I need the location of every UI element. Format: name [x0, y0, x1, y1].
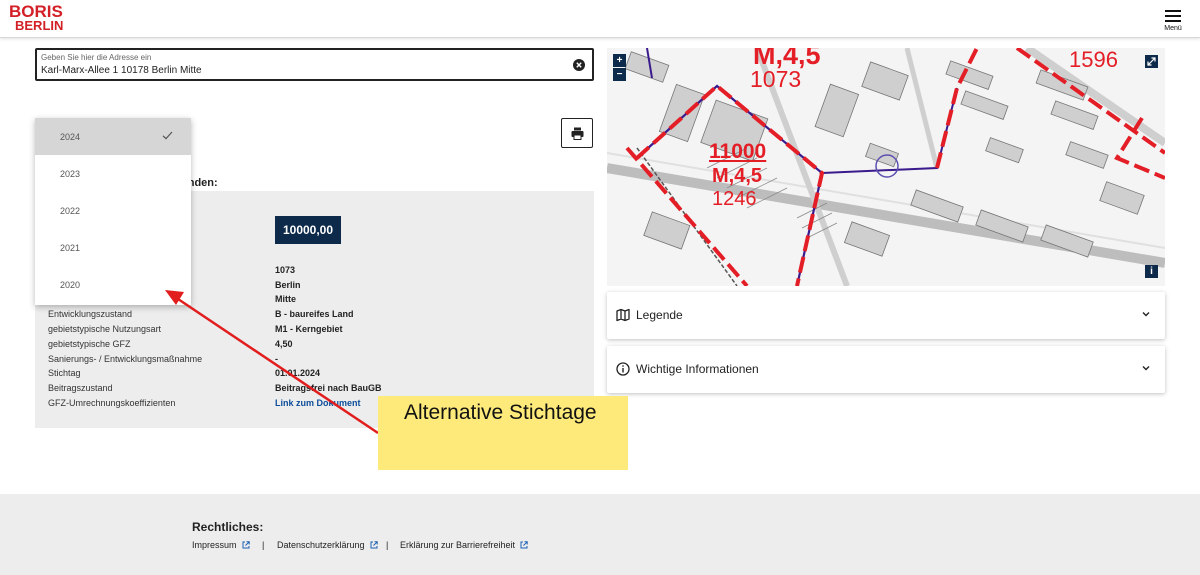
- info-row: gebietstypische GFZ 4,50: [35, 339, 594, 353]
- printer-icon: [571, 127, 584, 140]
- address-search-box[interactable]: Geben Sie hier die Adresse ein: [35, 48, 594, 81]
- info-row-value: B - baureifes Land: [275, 309, 354, 319]
- logo-bottom-text: BERLIN: [15, 18, 64, 33]
- map-info-button[interactable]: i: [1145, 265, 1158, 278]
- important-info-accordion-label: Wichtige Informationen: [636, 362, 759, 376]
- info-row-value: 01.01.2024: [275, 368, 321, 378]
- legend-accordion[interactable]: Legende: [607, 292, 1165, 339]
- chevron-down-icon: [1142, 366, 1150, 371]
- info-row-value: Berlin: [275, 280, 301, 290]
- info-row: Entwicklungszustand B - baureifes Land: [35, 309, 594, 323]
- info-row-label: Entwicklungszustand: [48, 309, 133, 319]
- info-row: Stichtag 01.01.2024: [35, 368, 594, 382]
- legend-accordion-label: Legende: [636, 308, 683, 322]
- menu-label: Menü: [1164, 25, 1182, 32]
- map-zone-label: 1246: [712, 188, 757, 210]
- year-option-2021[interactable]: 2021: [35, 229, 191, 266]
- annotation-note: Alternative Stichtage: [378, 396, 628, 470]
- header: BORIS BERLIN Menü: [0, 0, 1200, 38]
- map-icon: [616, 308, 630, 322]
- year-option-2024[interactable]: 2024: [35, 118, 191, 155]
- year-option-label: 2024: [60, 132, 81, 142]
- year-option-2022[interactable]: 2022: [35, 192, 191, 229]
- info-row-value: Beitragsfrei nach BauGB: [275, 383, 382, 393]
- info-row: Beitragszustand Beitragsfrei nach BauGB: [35, 383, 594, 397]
- gfz-document-link[interactable]: Link zum Dokument: [275, 398, 361, 408]
- info-row-value: 4,50: [275, 339, 293, 349]
- map-zone-label: 1596: [1069, 48, 1118, 72]
- year-option-label: 2023: [60, 169, 81, 179]
- year-dropdown-menu: 2024 2023 2022 2021 2020: [35, 118, 191, 305]
- address-search-label: Geben Sie hier die Adresse ein: [41, 53, 152, 62]
- address-search-input[interactable]: [41, 65, 561, 76]
- datenschutz-link-label: Datenschutzerklärung: [277, 540, 365, 550]
- expand-icon: [1147, 57, 1156, 66]
- info-row: gebietstypische Nutzungsart M1 - Kerngeb…: [35, 324, 594, 338]
- info-row-value: M1 - Kerngebiet: [275, 324, 343, 334]
- year-option-label: 2021: [60, 243, 81, 253]
- info-row-label: Stichtag: [48, 368, 81, 378]
- datenschutz-link[interactable]: Datenschutzerklärung: [277, 540, 378, 550]
- info-row-label: Sanierungs- / Entwicklungsmaßnahme: [48, 354, 203, 364]
- info-row-label: GFZ-Umrechnungskoeffizienten: [48, 398, 176, 408]
- year-option-2023[interactable]: 2023: [35, 155, 191, 192]
- impressum-link-label: Impressum: [192, 540, 237, 550]
- info-icon: [616, 362, 630, 376]
- clear-icon[interactable]: [573, 59, 585, 71]
- barrierefreiheit-link-label: Erklärung zur Barrierefreiheit: [400, 540, 516, 550]
- map-canvas: [607, 48, 1165, 286]
- fullscreen-button[interactable]: [1145, 55, 1158, 68]
- info-row-value: -: [275, 354, 278, 364]
- menu-icon-bar: [1165, 20, 1181, 22]
- external-link-icon: [370, 541, 378, 549]
- print-button[interactable]: [561, 118, 593, 148]
- year-option-label: 2020: [60, 280, 81, 290]
- menu-button[interactable]: Menü: [1160, 8, 1186, 34]
- year-option-2020[interactable]: 2020: [35, 266, 191, 303]
- info-row-value: 1073: [275, 265, 296, 275]
- year-option-label: 2022: [60, 206, 81, 216]
- impressum-link[interactable]: Impressum: [192, 540, 250, 550]
- boris-berlin-logo[interactable]: BORIS BERLIN: [9, 3, 71, 34]
- chevron-down-icon: [1142, 312, 1150, 317]
- zoom-in-button[interactable]: +: [613, 54, 626, 67]
- menu-icon: [1165, 10, 1181, 12]
- footer: Rechtliches: Impressum | Datenschutzerkl…: [0, 494, 1200, 575]
- info-row: Sanierungs- / Entwicklungsmaßnahme -: [35, 354, 594, 368]
- zoom-out-button[interactable]: −: [613, 68, 626, 81]
- page: BORIS BERLIN Menü Geben Sie hier die Adr…: [0, 0, 1200, 575]
- map-zone-label: M,4,5: [712, 165, 763, 187]
- footer-separator: |: [386, 540, 389, 550]
- external-link-icon: [242, 541, 250, 549]
- menu-icon-bar: [1165, 15, 1181, 17]
- info-row-label: gebietstypische Nutzungsart: [48, 324, 162, 334]
- barrierefreiheit-link[interactable]: Erklärung zur Barrierefreiheit: [400, 540, 528, 550]
- info-row-value: Mitte: [275, 294, 296, 304]
- checkmark-icon: [162, 131, 173, 140]
- footer-title: Rechtliches:: [192, 520, 264, 534]
- map-zone-label: 1073: [750, 66, 802, 92]
- info-row-label: Beitragszustand: [48, 383, 113, 393]
- info-row-label: gebietstypische GFZ: [48, 339, 131, 349]
- land-value-map[interactable]: M,4,5 1073 1596 11000 M,4,5 1246 + − i: [607, 48, 1165, 286]
- bodenrichtwert-badge: 10000,00: [275, 216, 341, 244]
- map-zone-value-label: 11000: [709, 140, 767, 163]
- annotation-text: Alternative Stichtage: [404, 401, 597, 424]
- footer-separator: |: [262, 540, 265, 550]
- external-link-icon: [520, 541, 528, 549]
- important-info-accordion[interactable]: Wichtige Informationen: [607, 346, 1165, 393]
